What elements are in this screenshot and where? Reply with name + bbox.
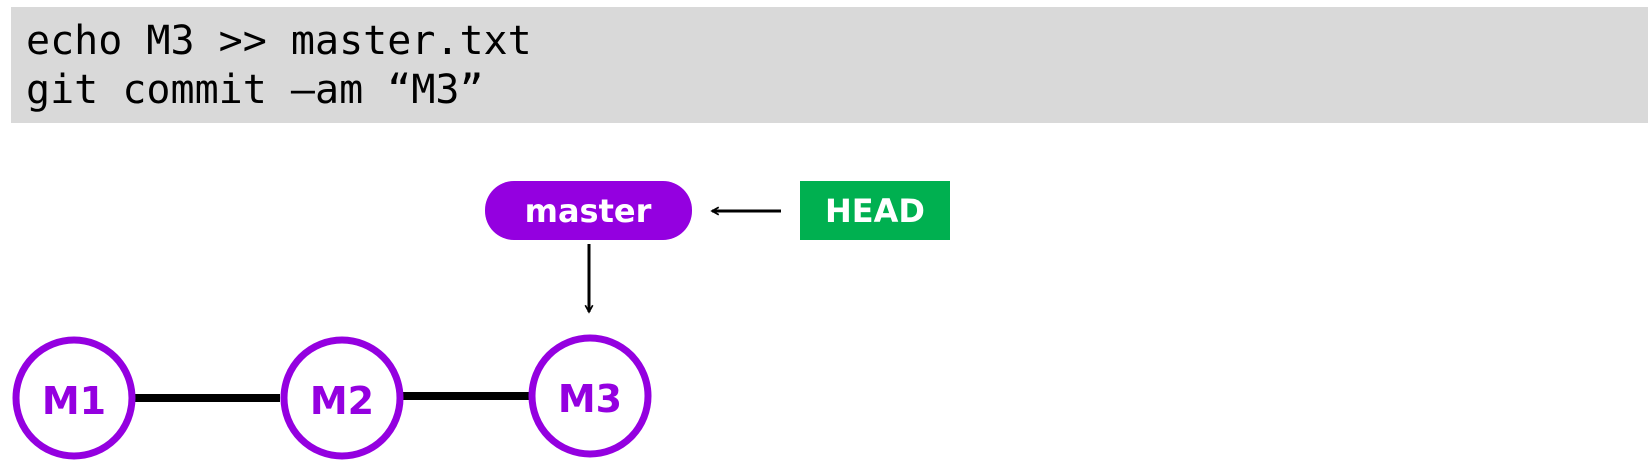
commit-m3-label: M3 (558, 377, 622, 421)
commit-m3: M3 (528, 334, 652, 458)
commit-m2-label: M2 (310, 379, 374, 423)
branch-master-label: master (525, 192, 652, 230)
commit-m1: M1 (12, 336, 136, 460)
git-diagram: M1 M2 M3 master HEAD (12, 181, 950, 460)
head-label: HEAD (825, 192, 925, 230)
branch-master: master (485, 181, 692, 240)
head-pointer: HEAD (800, 181, 950, 240)
commit-m2: M2 (280, 336, 404, 460)
commit-m1-label: M1 (42, 379, 106, 423)
